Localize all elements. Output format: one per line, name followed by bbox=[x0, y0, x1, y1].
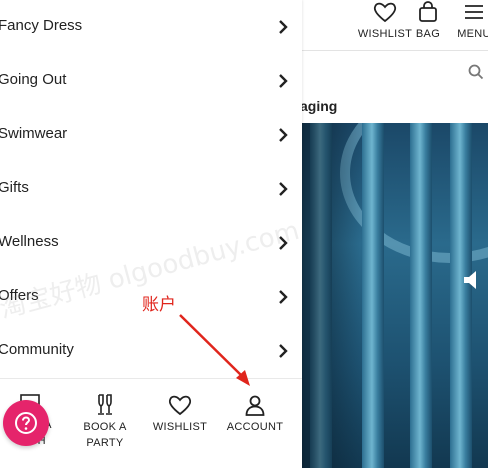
header-menu-button[interactable]: MENU bbox=[452, 0, 488, 40]
book-a-party-label-line1: BOOK A bbox=[83, 421, 127, 433]
menu-item-label: Fancy Dress bbox=[0, 17, 83, 34]
menu-item-label: Going Out bbox=[0, 71, 67, 88]
hero-video[interactable] bbox=[300, 123, 488, 468]
menu-item-fancy-dress[interactable]: Fancy Dress bbox=[0, 0, 302, 55]
header-bag-label: BAG bbox=[415, 28, 441, 40]
heart-icon bbox=[373, 2, 397, 23]
promo-banner-text: aging bbox=[300, 98, 338, 114]
menu-item-label: Offers bbox=[0, 287, 39, 304]
book-a-party-label-line2: PARTY bbox=[86, 437, 124, 449]
chevron-right-icon bbox=[279, 344, 288, 358]
menu-item-gifts[interactable]: Gifts bbox=[0, 162, 302, 217]
hero-shade bbox=[300, 123, 360, 468]
menu-item-label: Wellness bbox=[0, 233, 59, 250]
champagne-glasses-icon bbox=[98, 394, 112, 415]
chevron-right-icon bbox=[279, 20, 288, 34]
question-icon bbox=[15, 412, 37, 434]
book-a-party-button[interactable]: BOOK A PARTY bbox=[74, 393, 136, 451]
menu-item-label: Community bbox=[0, 341, 74, 358]
menu-item-swimwear[interactable]: Swimwear bbox=[0, 108, 302, 163]
annotation-label: 账户 bbox=[142, 295, 176, 315]
user-icon bbox=[245, 395, 265, 416]
hamburger-icon bbox=[465, 5, 483, 19]
speaker-icon[interactable] bbox=[462, 269, 482, 296]
menu-item-going-out[interactable]: Going Out bbox=[0, 54, 302, 109]
account-label: ACCOUNT bbox=[226, 421, 284, 433]
side-drawer-menu: Fancy Dress Going Out Swimwear Gifts Wel… bbox=[0, 0, 302, 469]
help-chat-button[interactable] bbox=[3, 400, 49, 446]
account-button[interactable]: ACCOUNT bbox=[220, 393, 290, 435]
drawer-wishlist-label: WISHLIST bbox=[152, 421, 208, 433]
hero-column bbox=[362, 123, 384, 468]
header-menu-label: MENU bbox=[457, 28, 488, 40]
chevron-right-icon bbox=[279, 74, 288, 88]
hero-column bbox=[410, 123, 432, 468]
chevron-right-icon bbox=[279, 236, 288, 250]
search-icon[interactable] bbox=[468, 64, 484, 85]
search-bar[interactable] bbox=[300, 56, 488, 88]
menu-item-label: Gifts bbox=[0, 179, 29, 196]
menu-item-wellness[interactable]: Wellness bbox=[0, 216, 302, 271]
chevron-right-icon bbox=[279, 128, 288, 142]
heart-icon bbox=[168, 395, 192, 416]
bag-icon bbox=[419, 1, 437, 22]
menu-item-community[interactable]: Community bbox=[0, 324, 302, 379]
header-bag-button[interactable]: BAG bbox=[410, 0, 446, 40]
menu-item-label: Swimwear bbox=[0, 125, 68, 142]
header-wishlist-label: WISHLIST bbox=[357, 28, 413, 40]
chevron-right-icon bbox=[279, 290, 288, 304]
chevron-right-icon bbox=[279, 182, 288, 196]
header-divider bbox=[300, 50, 488, 51]
drawer-wishlist-button[interactable]: WISHLIST bbox=[148, 393, 212, 435]
header-wishlist-button[interactable]: WISHLIST bbox=[355, 0, 415, 40]
